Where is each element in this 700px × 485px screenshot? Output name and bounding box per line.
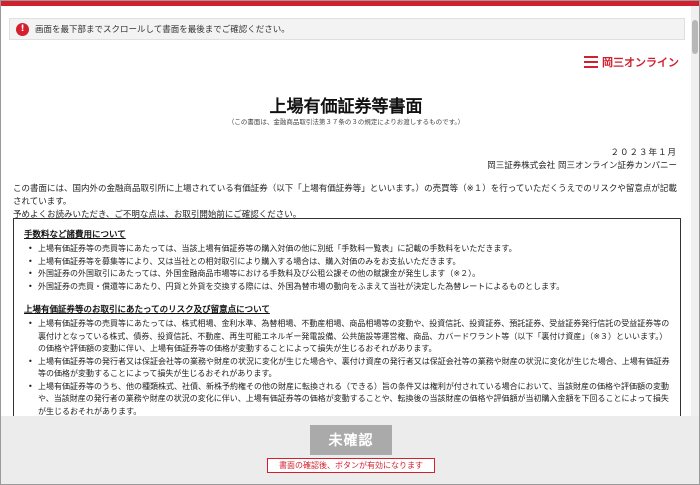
alert-text: 画面を最下部までスクロールして書面を最後までご確認ください。: [35, 25, 290, 35]
scrollbar-thumb[interactable]: [692, 20, 698, 54]
exclamation-icon: !: [16, 22, 29, 36]
list-item: 外国証券の売買・償還等にあたり、円貨と外貨を交換する際には、外国為替市場の動向を…: [24, 281, 670, 294]
confirm-button[interactable]: 未確認: [310, 425, 392, 455]
footer-bar: 未確認 書面の確認後、ボタンが有効になります: [1, 416, 699, 484]
vertical-scrollbar[interactable]: [691, 6, 699, 416]
section-heading-fees: 手数料など諸費用について: [24, 230, 126, 240]
list-item: 上場有価証券等の売買等にあたっては、当該上場有価証券等の購入対価の他に別紙「手数…: [24, 243, 670, 256]
enable-notice: 書面の確認後、ボタンが有効になります: [267, 458, 435, 473]
risk-summary-box: 手数料など諸費用について 上場有価証券等の売買等にあたっては、当該上場有価証券等…: [13, 218, 681, 416]
list-item: 外国証券の外国取引にあたっては、外国金融商品市場等における手数料及び公租公課その…: [24, 268, 670, 281]
fees-list: 上場有価証券等の売買等にあたっては、当該上場有価証券等の購入対価の他に別紙「手数…: [24, 243, 670, 293]
document-subtitle: （この書面は、金融商品取引法第３７条の３の規定によりお渡しするものです。）: [227, 118, 465, 126]
logo-mark-icon: [584, 56, 598, 68]
document-intro: この書面には、国内外の金融商品取引所に上場されている有価証券（以下「上場有価証券…: [13, 183, 685, 222]
okasan-online-logo: 岡三オンライン: [584, 54, 679, 70]
list-item: 上場有価証券等を募集等により、又は当社との相対取引により購入する場合は、購入対価…: [24, 256, 670, 269]
document-issuer: 岡三証券株式会社 岡三オンライン証券カンパニー: [487, 161, 677, 171]
intro-line: この書面には、国内外の金融商品取引所に上場されている有価証券（以下「上場有価証券…: [13, 184, 677, 207]
list-item: 上場有価証券等のうち、他の種類株式、社債、新株予約権その他の財産に転換される（で…: [24, 381, 670, 417]
section-heading-risks: 上場有価証券等のお取引にあたってのリスク及び留意点について: [24, 305, 270, 315]
risks-list: 上場有価証券等の売買等にあたっては、株式相場、金利水準、為替相場、不動産相場、商…: [24, 318, 670, 416]
document-title: 上場有価証券等書面: [269, 97, 423, 117]
document-viewer[interactable]: ! 画面を最下部までスクロールして書面を最後までご確認ください。 岡三オンライン…: [1, 6, 691, 416]
logo-text: 岡三オンライン: [602, 56, 679, 69]
scroll-alert: ! 画面を最下部までスクロールして書面を最後までご確認ください。: [9, 18, 685, 40]
list-item: 上場有価証券等の売買等にあたっては、株式相場、金利水準、為替相場、不動産相場、商…: [24, 318, 670, 356]
document-date: ２０２３年１月: [610, 148, 677, 158]
list-item: 上場有価証券等の発行者又は保証会社等の業務や財産の状況に変化が生じた場合や、裏付…: [24, 356, 670, 381]
